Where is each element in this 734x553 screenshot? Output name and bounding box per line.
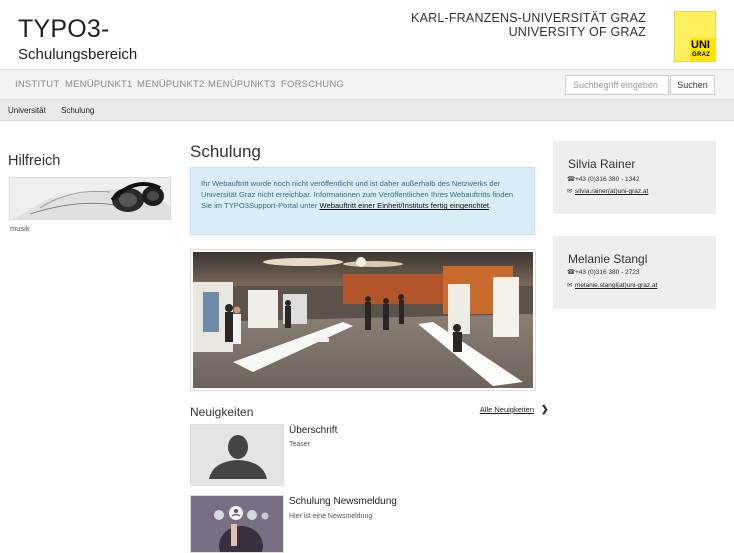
logo-text-uni: UNI [691, 39, 710, 51]
nav-item-menuepunkt2[interactable]: MENÜPUNKT2 [137, 79, 204, 90]
uni-graz-logo[interactable]: UNI GRAZ [674, 11, 716, 62]
university-name-en: UNIVERSITY OF GRAZ [508, 25, 646, 39]
breadcrumb: Universität Schulung [0, 100, 734, 121]
contact-name: Melanie Stangl [568, 252, 648, 266]
breadcrumb-schulung[interactable]: Schulung [61, 106, 94, 115]
event-hall-illustration [193, 252, 533, 388]
email-link[interactable]: silvia.rainer(at)uni-graz.at [575, 188, 648, 195]
news-heading: Neuigkeiten [190, 405, 254, 419]
news-item-teaser: Teaser [289, 441, 311, 448]
email-link[interactable]: melanie.stangl(at)uni-graz.at [575, 282, 657, 289]
nav-item-forschung[interactable]: FORSCHUNG [281, 79, 344, 90]
phone-number: +43 (0)316 380 - 2723 [575, 269, 640, 276]
news-item-title[interactable]: Überschrift [289, 425, 337, 436]
university-name-de: KARL-FRANZENS-UNIVERSITÄT GRAZ [411, 11, 646, 25]
nav-item-menuepunkt3[interactable]: MENÜPUNKT3 [208, 79, 275, 90]
site-title-line1: TYPO3- [18, 15, 110, 43]
event-photo [190, 249, 536, 391]
main-navigation: INSTITUT MENÜPUNKT1 MENÜPUNKT2 MENÜPUNKT… [0, 69, 734, 100]
phone-number: +43 (0)316 380 - 1342 [575, 176, 640, 183]
page-title: Schulung [190, 142, 261, 161]
network-people-icon [191, 496, 283, 552]
info-notice: Ihr Webauftritt wurde noch nicht veröffe… [190, 167, 535, 235]
news-thumbnail-placeholder[interactable] [190, 424, 284, 486]
news-item-teaser: Hier ist eine Newsmeldung [289, 513, 373, 520]
search-button[interactable]: Suchen [670, 75, 715, 95]
nav-item-institut[interactable]: INSTITUT [15, 79, 59, 90]
contact-card: Silvia Rainer ☎+43 (0)316 380 - 1342 ✉ si… [553, 141, 716, 214]
contact-email: ✉ silvia.rainer(at)uni-graz.at [567, 187, 648, 195]
university-name: KARL-FRANZENS-UNIVERSITÄT GRAZ UNIVERSIT… [411, 11, 646, 39]
contact-phone: ☎+43 (0)316 380 - 2723 [567, 268, 640, 276]
phone-icon: ☎ [567, 176, 576, 183]
mail-icon: ✉ [567, 282, 573, 289]
image-caption: musik [10, 224, 30, 233]
chevron-right-icon[interactable]: ❯ [541, 404, 549, 415]
news-item-title[interactable]: Schulung Newsmeldung [289, 496, 397, 507]
all-news-link[interactable]: Alle Neuigkeiten [480, 405, 534, 414]
breadcrumb-universitaet[interactable]: Universität [8, 106, 46, 115]
search-input[interactable] [565, 75, 669, 95]
site-title[interactable]: TYPO3- Schulungsbereich [18, 15, 138, 63]
info-link[interactable]: Webauftritt einer Einheit/Instituts fert… [319, 201, 489, 210]
avatar-placeholder-icon [191, 425, 283, 485]
contact-card: Melanie Stangl ☎+43 (0)316 380 - 2723 ✉ m… [553, 236, 716, 309]
contact-phone: ☎+43 (0)316 380 - 1342 [567, 175, 640, 183]
info-tail: . [489, 201, 492, 211]
phone-icon: ☎ [567, 269, 576, 276]
headphones-image[interactable] [9, 177, 171, 220]
mail-icon: ✉ [567, 188, 573, 195]
headphones-illustration [10, 178, 170, 219]
sidebar-heading: Hilfreich [8, 153, 61, 169]
contact-name: Silvia Rainer [568, 157, 636, 171]
site-title-line2: Schulungsbereich [18, 46, 138, 63]
news-thumbnail-network[interactable] [190, 495, 284, 553]
logo-text-graz: GRAZ [692, 52, 711, 58]
nav-item-menuepunkt1[interactable]: MENÜPUNKT1 [65, 79, 132, 90]
contact-email: ✉ melanie.stangl(at)uni-graz.at [567, 281, 657, 289]
